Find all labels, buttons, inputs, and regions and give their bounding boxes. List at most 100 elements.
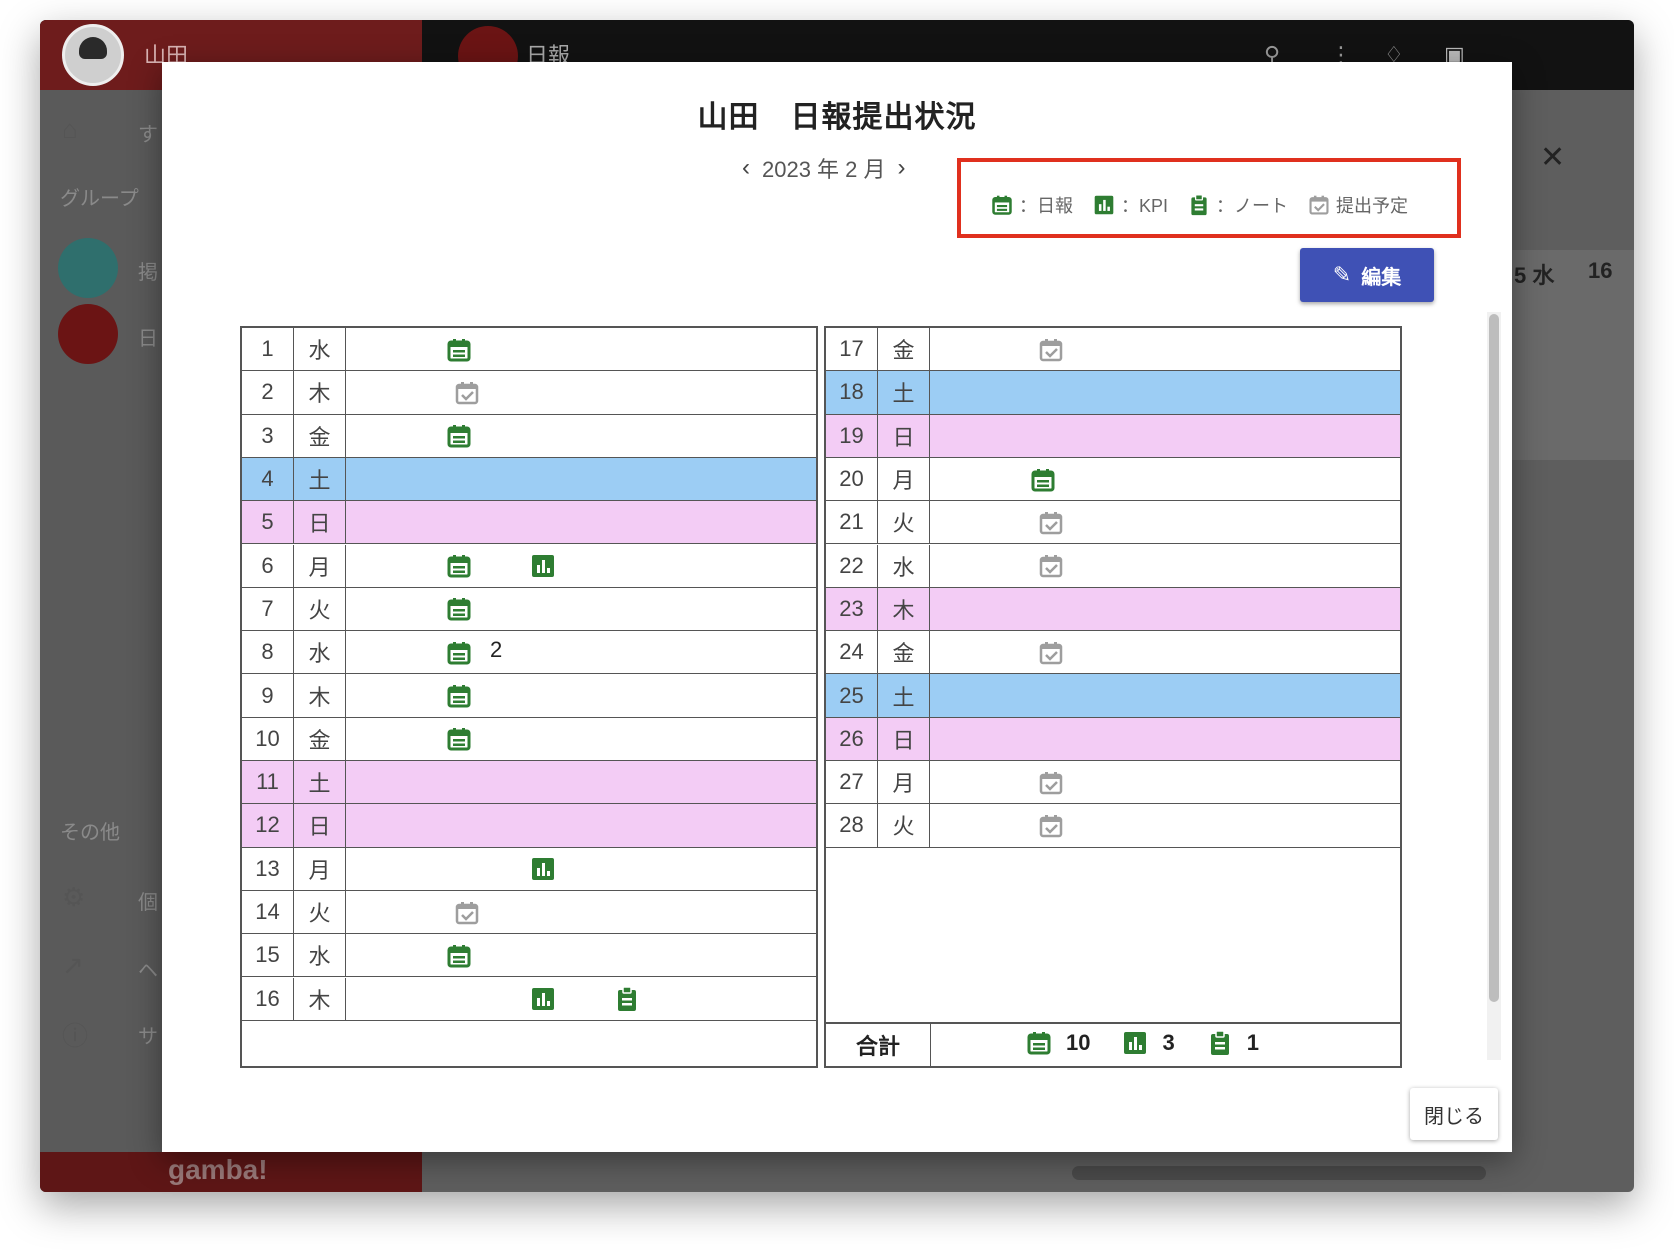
- weekday-label: 土: [878, 371, 930, 414]
- day-number: 23: [826, 587, 878, 631]
- day-number: 10: [242, 717, 294, 760]
- weekday-label: 水: [878, 544, 930, 587]
- day-number: 25: [826, 674, 878, 717]
- bar-chart-icon[interactable]: [530, 986, 556, 1012]
- calendar-icon[interactable]: [446, 943, 472, 969]
- bg-horizontal-scrollbar[interactable]: [1072, 1166, 1486, 1180]
- calendar-icon[interactable]: [446, 726, 472, 752]
- chevron-right-icon[interactable]: ›: [898, 154, 906, 182]
- day-number: 24: [826, 631, 878, 674]
- sidebar-item-help[interactable]: サ: [138, 1020, 158, 1049]
- sidebar-item-2[interactable]: 日: [138, 322, 158, 351]
- weekday-label: 木: [294, 371, 346, 414]
- month-navigator: ‹ 2023 年 2 月 ›: [742, 152, 906, 184]
- weekday-label: 月: [878, 457, 930, 501]
- sidebar-item-home[interactable]: す: [138, 118, 158, 147]
- group-avatar-2[interactable]: [58, 304, 118, 364]
- calendar-icon[interactable]: [446, 337, 472, 363]
- calendar-check-icon[interactable]: [1038, 640, 1064, 666]
- calendar-row: 25 土: [826, 674, 1400, 718]
- sidebar-item-external[interactable]: ヘ: [138, 954, 158, 983]
- note-icon[interactable]: [614, 986, 640, 1012]
- day-number: 2: [242, 371, 294, 414]
- calendar-row: 7火: [242, 587, 816, 632]
- home-icon[interactable]: ⌂: [62, 114, 78, 145]
- calendar-row: 28 火: [826, 804, 1400, 848]
- calendar-row: 27 月: [826, 761, 1400, 805]
- legend: ：日報 ：KPI ：ノート 提出予定: [991, 192, 1422, 218]
- day-status-cell: [930, 588, 1400, 630]
- scrollbar-thumb[interactable]: [1489, 314, 1499, 1002]
- calendar-check-icon[interactable]: [1038, 510, 1064, 536]
- legend-kpi: ：KPI: [1093, 192, 1168, 218]
- submission-status-dialog: 山田 日報提出状況 ‹ 2023 年 2 月 › ：日報 ：KPI ：ノート 提…: [162, 62, 1512, 1152]
- edit-button-label: 編集: [1361, 266, 1402, 289]
- help-icon[interactable]: ⓘ: [62, 1016, 88, 1053]
- weekday-label: 木: [294, 674, 346, 717]
- calendar-check-icon[interactable]: [1038, 553, 1064, 579]
- bg-close-icon[interactable]: ✕: [1540, 140, 1565, 175]
- footer-logo-text: gamba!: [168, 1154, 268, 1185]
- calendar-table-right: 合計 10 3 1 17 金 18 土 19 日 20 月 21 火 22 水 23 木 24 金 25 土 26 日…: [824, 326, 1402, 1068]
- day-status-cell: [930, 761, 1400, 803]
- day-status-cell: [930, 328, 1400, 370]
- calendar-check-icon[interactable]: [454, 900, 480, 926]
- calendar-icon[interactable]: [446, 640, 472, 666]
- calendar-icon[interactable]: [446, 683, 472, 709]
- calendar-row: 11 土: [242, 761, 816, 805]
- weekday-label: 金: [294, 717, 346, 760]
- footer-logo: gamba!: [40, 1152, 422, 1192]
- legend-highlight-box: ：日報 ：KPI ：ノート 提出予定: [957, 158, 1461, 238]
- weekday-label: 火: [878, 804, 930, 847]
- legend-note: ：ノート: [1188, 192, 1288, 218]
- weekday-label: 金: [878, 328, 930, 371]
- day-status-cell: [346, 934, 816, 976]
- calendar-table-left: 1 水 2 木 3 金 4 土 5 日 6 月 7 火 8 水 2 9 木 10 金 11 土 12 日 13 月 14 火 15 水 16 木: [240, 326, 818, 1068]
- day-status-cell: [930, 415, 1400, 457]
- day-status-cell: [930, 501, 1400, 543]
- weekday-label: 日: [878, 717, 930, 760]
- day-status-cell: [346, 415, 816, 457]
- close-button[interactable]: 閉じる: [1410, 1088, 1498, 1140]
- weekday-label: 木: [878, 587, 930, 631]
- submission-count: 2: [490, 637, 503, 663]
- dialog-scrollbar[interactable]: [1487, 312, 1501, 1060]
- calendar-row: 17 金: [826, 328, 1400, 372]
- legend-scheduled-label: 提出予定: [1336, 196, 1409, 216]
- day-number: 21: [826, 501, 878, 544]
- weekday-label: 木: [294, 977, 346, 1020]
- day-status-cell: [346, 804, 816, 846]
- sidebar-item-settings[interactable]: 個: [138, 886, 158, 915]
- external-link-icon[interactable]: ↗: [62, 950, 84, 981]
- chevron-left-icon[interactable]: ‹: [742, 154, 750, 182]
- calendar-check-icon[interactable]: [454, 380, 480, 406]
- bar-chart-icon: [1124, 1032, 1147, 1054]
- calendar-icon[interactable]: [446, 423, 472, 449]
- edit-button[interactable]: ✎ 編集: [1300, 248, 1434, 302]
- calendar-check-icon[interactable]: [1038, 770, 1064, 796]
- calendar-row: 13 月: [242, 847, 816, 891]
- calendar-icon[interactable]: [1030, 467, 1056, 493]
- totals-row: 合計 10 3 1: [826, 1022, 1400, 1066]
- day-status-cell: [346, 848, 816, 890]
- calendar-icon: [992, 195, 1012, 215]
- legend-daily: ：日報: [991, 192, 1073, 218]
- calendar-icon[interactable]: [446, 553, 472, 579]
- group-avatar-1[interactable]: [58, 238, 118, 298]
- day-number: 3: [242, 414, 294, 457]
- calendar-row: 8水 2: [242, 631, 816, 675]
- day-number: 19: [826, 414, 878, 457]
- calendar-row: 21 火: [826, 501, 1400, 545]
- bar-chart-icon[interactable]: [530, 553, 556, 579]
- bar-chart-icon[interactable]: [530, 856, 556, 882]
- day-number: 20: [826, 457, 878, 501]
- gear-icon[interactable]: ⚙: [62, 882, 85, 913]
- calendar-icon[interactable]: [446, 596, 472, 622]
- calendar-check-icon[interactable]: [1038, 813, 1064, 839]
- avatar[interactable]: [62, 24, 124, 86]
- sidebar-item-1[interactable]: 掲: [138, 256, 158, 285]
- calendar-check-icon[interactable]: [1038, 337, 1064, 363]
- day-status-cell: [346, 718, 816, 760]
- calendar-icon: [1027, 1032, 1051, 1055]
- calendar-row: 12 日: [242, 804, 816, 848]
